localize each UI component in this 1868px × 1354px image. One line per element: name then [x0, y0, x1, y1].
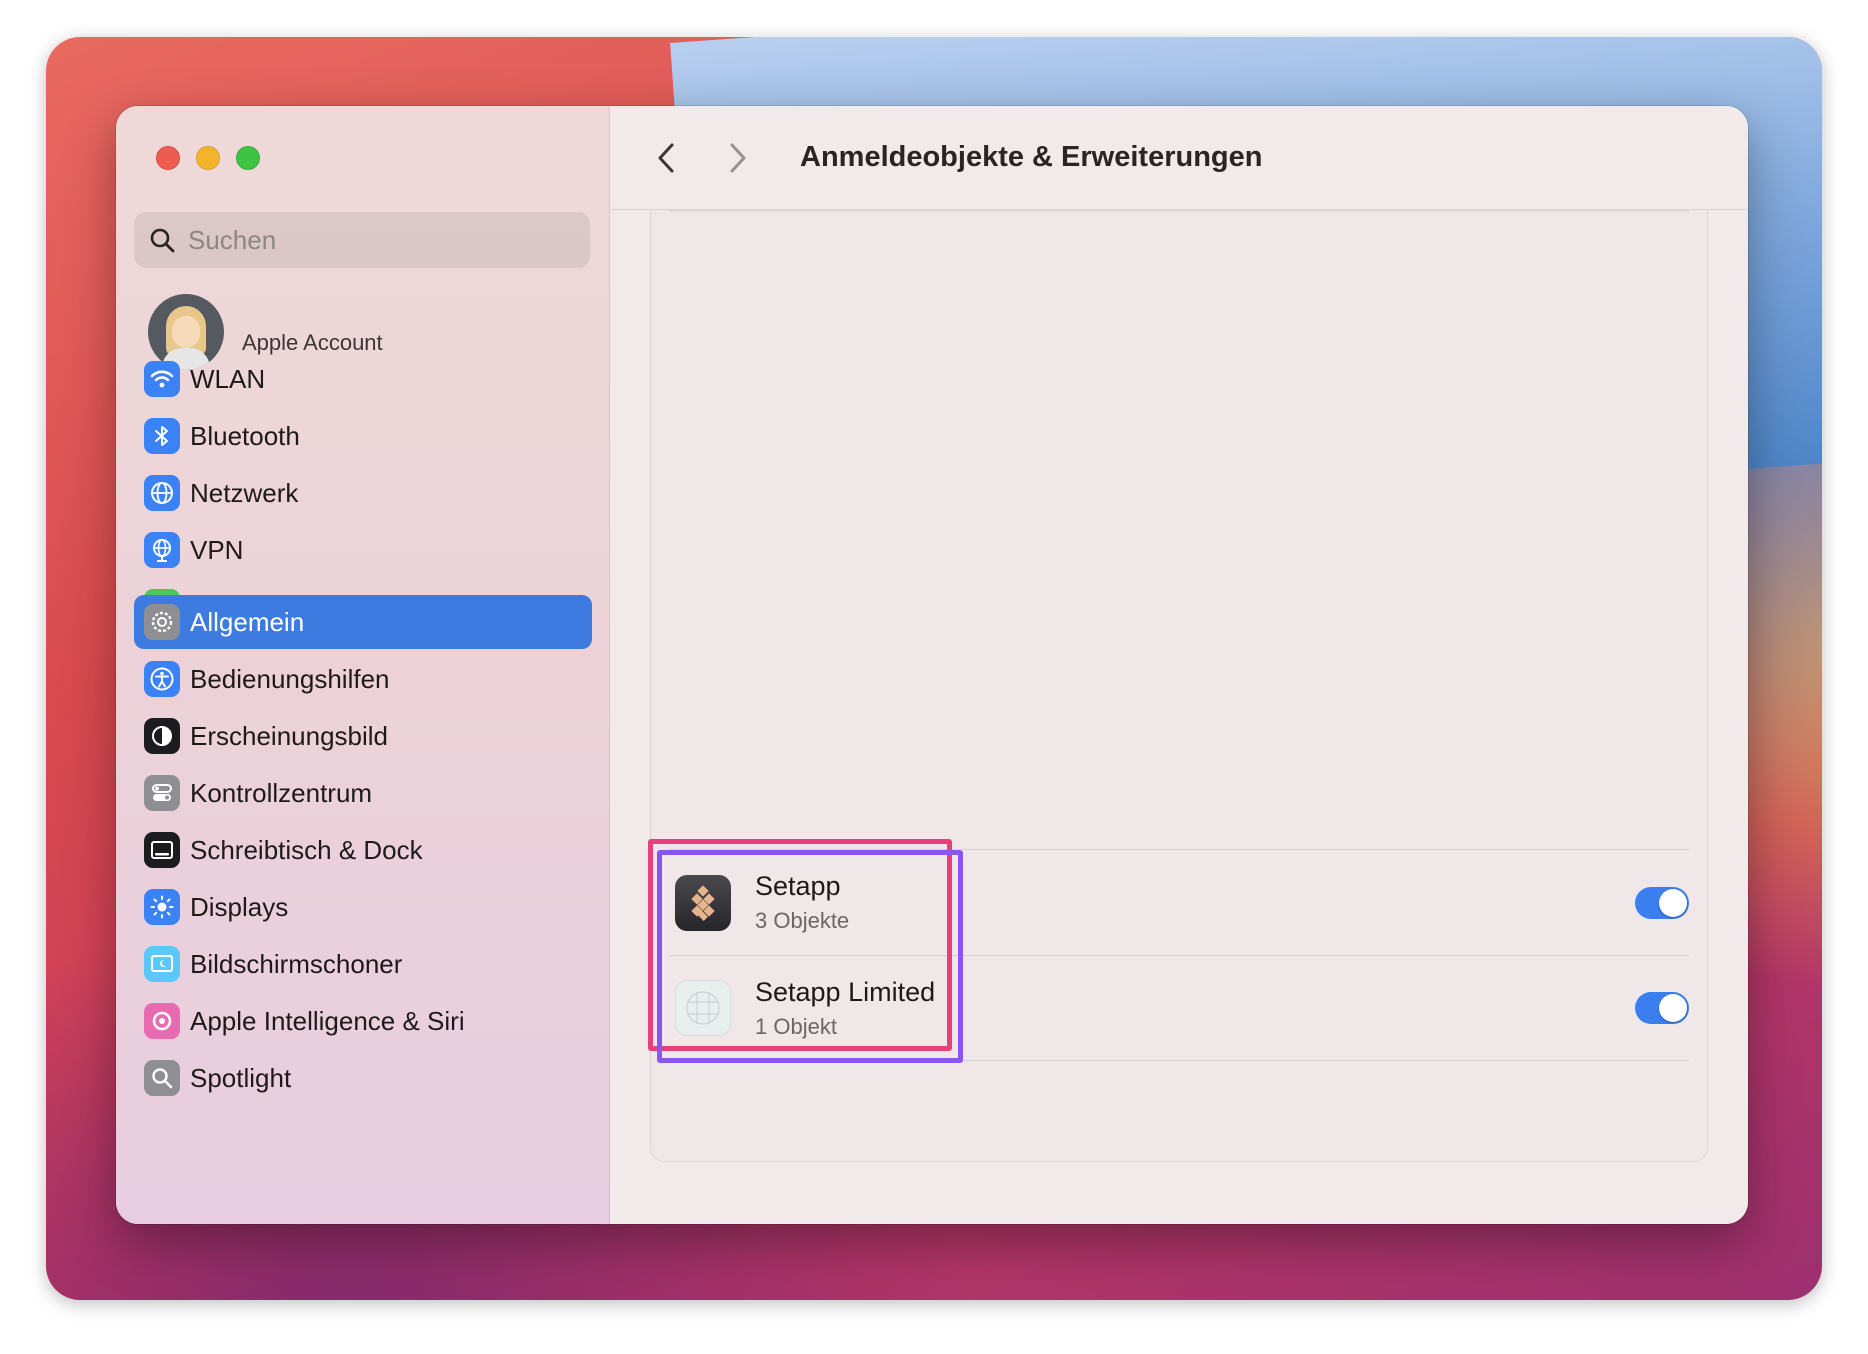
sidebar-item-label: Schreibtisch & Dock: [190, 834, 423, 865]
appearance-icon: [144, 718, 180, 754]
minimize-window-button[interactable]: [196, 146, 220, 170]
sidebar-item-label: Bedienungshilfen: [190, 663, 390, 694]
back-button[interactable]: [646, 138, 686, 178]
dock-icon: [144, 832, 180, 868]
zoom-window-button[interactable]: [236, 146, 260, 170]
setapp-limited-toggle[interactable]: [1635, 992, 1689, 1024]
sidebar-item-label: Apple Intelligence & Siri: [190, 1005, 465, 1036]
sidebar-item-label: Displays: [190, 891, 289, 922]
sidebar-item-apple-intelligence-siri[interactable]: Apple Intelligence & Siri: [134, 994, 592, 1048]
sidebar-item-allgemein[interactable]: Allgemein: [134, 595, 592, 649]
toggle-knob: [1659, 888, 1687, 917]
highlight-box-purple: [657, 850, 963, 1063]
bluetooth-icon: [144, 418, 180, 454]
sidebar-item-spotlight[interactable]: Spotlight: [134, 1051, 592, 1105]
divider: [669, 210, 1689, 212]
forward-button[interactable]: [718, 138, 758, 178]
sidebar-item-label: VPN: [190, 534, 244, 565]
sidebar-item-bildschirmschoner[interactable]: Bildschirmschoner: [134, 937, 592, 991]
sidebar-item-label: Netzwerk: [190, 477, 299, 508]
sidebar-item-vpn[interactable]: VPN: [134, 523, 592, 577]
sidebar-item-erscheinungsbild[interactable]: Erscheinungsbild: [134, 709, 592, 763]
page-title: Anmeldeobjekte & Erweiterungen: [800, 141, 1263, 173]
accessibility-icon: [144, 661, 180, 697]
search-input[interactable]: [188, 224, 568, 256]
sidebar-item-bedienungshilfen[interactable]: Bedienungshilfen: [134, 652, 592, 706]
chevron-left-icon: [658, 143, 674, 172]
brightness-icon: [144, 889, 180, 925]
wifi-icon: [144, 361, 180, 397]
close-window-button[interactable]: [156, 146, 180, 170]
sidebar-item-netzwerk[interactable]: Netzwerk: [134, 466, 592, 520]
toggle-knob: [1659, 994, 1687, 1022]
siri-icon: [144, 1003, 180, 1039]
sidebar-item-label: Bluetooth: [190, 420, 300, 451]
gear-icon: [144, 604, 180, 640]
sidebar-item-kontrollzentrum[interactable]: Kontrollzentrum: [134, 766, 592, 820]
window-controls: [156, 146, 260, 170]
control-center-icon: [144, 775, 180, 811]
chevron-right-icon: [730, 143, 746, 172]
sidebar-group-system: Allgemein Bedienungshilfen Erscheinungsbil…: [134, 595, 592, 1108]
search-field[interactable]: [134, 212, 590, 268]
sidebar-item-label: Allgemein: [190, 606, 305, 637]
sidebar: Apple Account WLANBluetoothNetzwerkVPNBa…: [116, 106, 610, 1224]
screensaver-icon: [144, 946, 180, 982]
sidebar-item-wlan[interactable]: WLAN: [134, 352, 592, 406]
vpn-globe-icon: [144, 532, 180, 568]
sidebar-item-displays[interactable]: Displays: [134, 880, 592, 934]
sidebar-item-label: WLAN: [190, 363, 266, 394]
sidebar-item-label: Spotlight: [190, 1062, 292, 1093]
magnifier-icon: [144, 1060, 180, 1096]
setapp-toggle[interactable]: [1635, 886, 1689, 919]
sidebar-item-schreibtisch-dock[interactable]: Schreibtisch & Dock: [134, 823, 592, 877]
sidebar-item-label: Erscheinungsbild: [190, 720, 389, 751]
sidebar-item-bluetooth[interactable]: Bluetooth: [134, 409, 592, 463]
toolbar: Anmeldeobjekte & Erweiterungen: [610, 106, 1748, 210]
search-icon: [150, 228, 175, 253]
globe-icon: [144, 475, 180, 511]
sidebar-item-label: Kontrollzentrum: [190, 777, 373, 808]
sidebar-item-label: Bildschirmschoner: [190, 948, 403, 979]
